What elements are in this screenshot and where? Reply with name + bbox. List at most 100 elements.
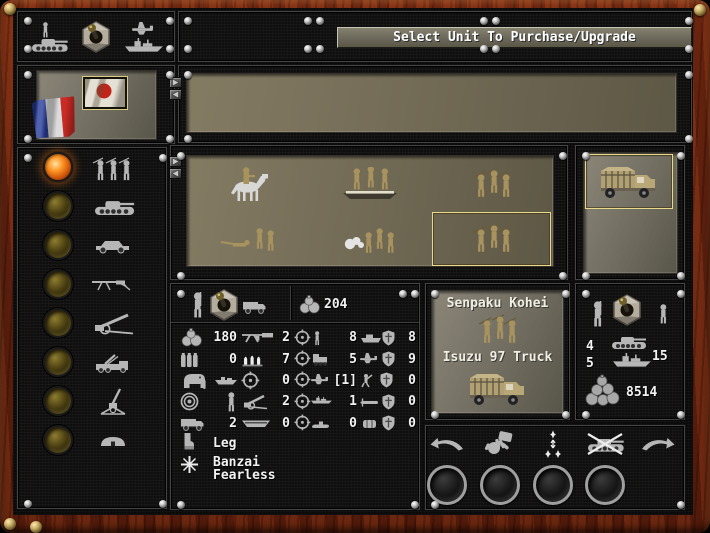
screw — [582, 411, 590, 419]
stat: 0 — [360, 413, 416, 434]
unit-class-lamp-button[interactable] — [43, 347, 73, 377]
ship-tiny-icon — [215, 376, 237, 385]
purchased-units-strip — [186, 73, 677, 133]
wood-screw — [4, 518, 16, 530]
flak-gun-icon — [83, 382, 143, 421]
stat: 180 — [180, 327, 237, 348]
screw — [411, 290, 419, 298]
totals-toggle-switch[interactable] — [611, 294, 643, 326]
screw — [166, 135, 174, 143]
action-button-4[interactable] — [585, 465, 625, 505]
unit-domain-toolbar — [17, 11, 175, 62]
screw — [184, 17, 192, 25]
screw — [480, 17, 488, 25]
infantry-sprite — [471, 223, 513, 255]
screw — [184, 71, 192, 79]
unit-class-lamp-button[interactable] — [43, 386, 73, 416]
unit-grid-cell-cavalry[interactable] — [188, 157, 307, 211]
tank-icon — [83, 187, 143, 226]
unit-class-row[interactable] — [17, 304, 167, 343]
crosshair-icon — [241, 371, 260, 390]
unit-class-row[interactable] — [17, 226, 167, 265]
unit-class-row[interactable] — [17, 343, 167, 382]
unit-class-row[interactable] — [17, 187, 167, 226]
stat: 1 — [294, 391, 357, 412]
selected-unit-sprite — [431, 314, 564, 346]
screw — [24, 45, 32, 53]
unit-class-lamp-button[interactable] — [43, 152, 73, 182]
screw — [559, 272, 567, 280]
unit-grid-cell-infantry[interactable] — [432, 157, 551, 211]
defense-air-icon — [360, 350, 396, 368]
action-button-1[interactable] — [427, 465, 467, 505]
cavalry-sprite — [225, 164, 271, 204]
screw — [582, 272, 590, 280]
screw — [159, 500, 167, 508]
totals-transport-count: 15 — [652, 349, 668, 364]
stat-value: 0 — [229, 352, 237, 367]
stat: 8 — [360, 327, 416, 348]
attack-soft-icon — [294, 329, 328, 347]
unit-class-lamp-button[interactable] — [43, 191, 73, 221]
screw — [582, 290, 590, 298]
france-flag[interactable] — [31, 96, 77, 140]
unit-class-row[interactable] — [17, 421, 167, 460]
screw — [431, 290, 439, 298]
action-button-3[interactable] — [533, 465, 573, 505]
elephant-icon — [180, 371, 208, 390]
unit-grid-cell-infantry[interactable] — [432, 212, 551, 266]
stat — [180, 391, 237, 412]
air-sea-units-icon[interactable] — [122, 22, 164, 52]
wood-screw — [4, 3, 16, 15]
japan-flag — [85, 79, 125, 107]
domain-toggle-switch[interactable] — [80, 21, 112, 53]
fuel-icon — [180, 351, 199, 368]
screw — [685, 17, 693, 25]
truck-sprite — [598, 161, 660, 203]
screw — [399, 290, 407, 298]
stat-value: 0 — [282, 373, 290, 388]
unit-class-row[interactable] — [17, 382, 167, 421]
unit-list-prev-button[interactable] — [169, 168, 182, 179]
stat-value: [1] — [334, 373, 357, 388]
screw — [177, 501, 185, 509]
totals-ship-icon — [611, 352, 651, 367]
unit-grid-cell-engineer-team[interactable] — [310, 157, 429, 211]
fort-icon — [83, 421, 143, 460]
attack-naval-icon — [294, 393, 332, 411]
banzai-star-icon — [180, 455, 199, 474]
screw — [685, 71, 693, 79]
unit-grid-cell-machine-gun-team[interactable] — [188, 212, 307, 266]
prestige-bag-icon — [298, 295, 322, 314]
stat: 2 — [241, 391, 290, 412]
screw — [677, 290, 685, 298]
japan-flag-selected[interactable] — [82, 76, 128, 110]
totals-tank-icon — [611, 336, 647, 349]
screw — [166, 17, 174, 25]
transport-cell-selected[interactable] — [585, 154, 673, 209]
action-button-2[interactable] — [480, 465, 520, 505]
unit-class-lamp-button[interactable] — [43, 230, 73, 260]
unit-class-lamp-button[interactable] — [43, 425, 73, 455]
defense-ground-icon — [360, 329, 396, 347]
stat: 0 — [180, 348, 237, 369]
stat-value: 0 — [349, 416, 357, 431]
unit-class-row[interactable] — [17, 148, 167, 187]
unit-class-lamp-button[interactable] — [43, 269, 73, 299]
infantry-sprite — [471, 168, 513, 200]
purchased-prev-button[interactable] — [169, 89, 182, 100]
totals-value-top: 4 — [586, 339, 594, 354]
unit-grid-cell-assault-team[interactable] — [310, 212, 429, 266]
buy-hand-icon — [480, 430, 520, 458]
stat — [180, 370, 237, 391]
land-units-icon[interactable] — [28, 22, 70, 52]
stat-value: 1 — [349, 394, 357, 409]
done-arrow-icon — [638, 430, 678, 458]
screw — [24, 154, 32, 162]
unit-class-row[interactable] — [17, 265, 167, 304]
unit-class-lamp-button[interactable] — [43, 308, 73, 338]
totals-soldier-icon — [589, 299, 605, 329]
purchase-screen: Select Unit To Purchase/Upgrade 204 1800… — [0, 0, 710, 533]
mg-team-sprite — [219, 227, 277, 251]
unit-transport-toggle-switch[interactable] — [208, 289, 240, 321]
